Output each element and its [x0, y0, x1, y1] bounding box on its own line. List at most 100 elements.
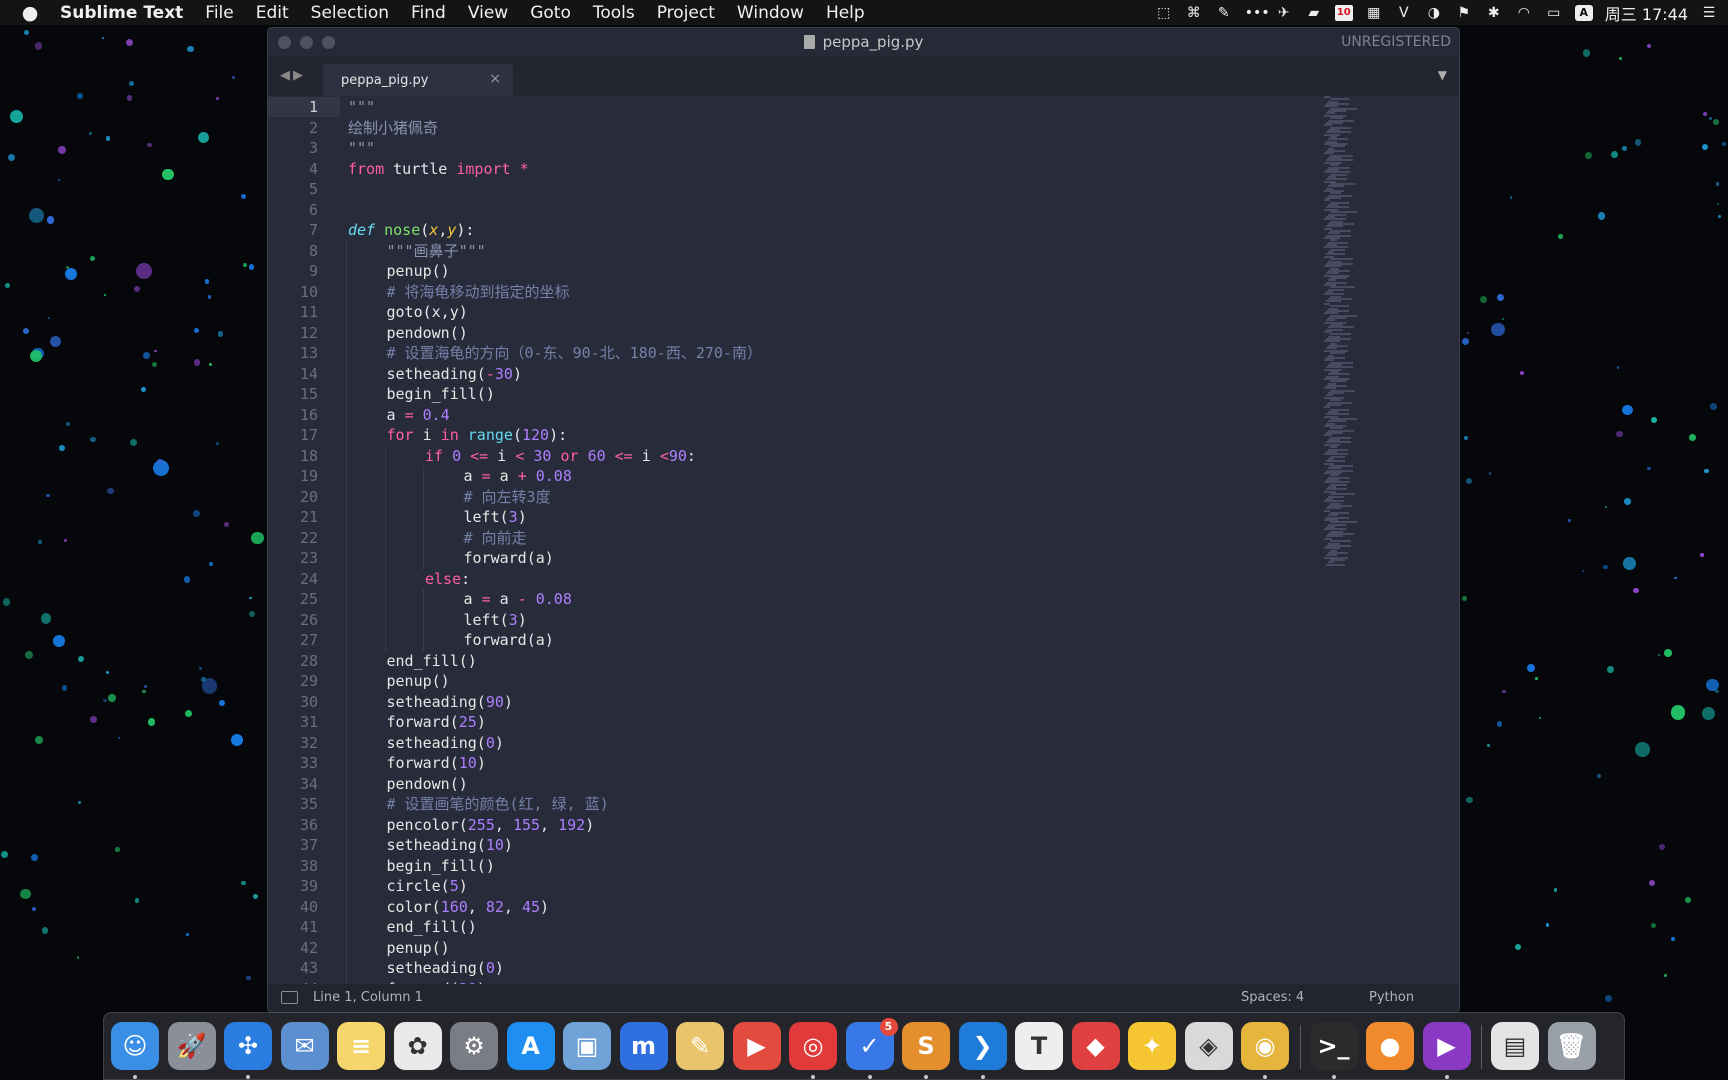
dock-safari-icon[interactable]: ✣	[224, 1022, 272, 1070]
wallpaper-dot	[193, 327, 200, 334]
notification-center-icon[interactable]: ☰	[1700, 5, 1718, 21]
line-number: 6	[308, 200, 318, 219]
wallpaper-dot	[1646, 44, 1651, 49]
dock-mail-preview-icon[interactable]: ✉	[280, 1022, 329, 1070]
dock-document-stack-icon[interactable]: ▤	[1491, 1022, 1539, 1070]
wallpaper-dot	[1527, 663, 1536, 672]
cursor-position[interactable]: Line 1, Column 1	[313, 990, 423, 1005]
code-token: nose	[384, 221, 421, 239]
dock-launchpad-icon[interactable]: 🚀	[167, 1022, 216, 1070]
calendar-icon[interactable]: 10	[1334, 4, 1353, 21]
code-token: ,	[540, 815, 559, 834]
menu-tools[interactable]: Tools	[593, 3, 635, 23]
clock[interactable]: 周三 17:44	[1605, 1, 1688, 25]
indent-guide	[423, 589, 424, 651]
code-editor[interactable]: 1 2 3 4 5 6 7 8 9 10 11 12 13 14 15 16 17 18 19 20 21 22 23 24 2…	[268, 96, 1459, 986]
code-token: 10	[485, 836, 504, 854]
input-method-icon[interactable]: A	[1574, 4, 1593, 21]
menu-file[interactable]: File	[205, 3, 233, 23]
menu-edit[interactable]: Edit	[256, 3, 289, 23]
wallpaper-dot	[108, 693, 116, 702]
dock-chrome-icon[interactable]: ◉	[1241, 1022, 1289, 1070]
dock-netease-music-icon[interactable]: ◎	[789, 1022, 837, 1070]
window-layout-icon[interactable]: ▦	[1365, 5, 1383, 21]
code-token: ,	[494, 815, 513, 834]
code-token: )	[503, 836, 513, 854]
dock-tes-butterfly-icon[interactable]: ✦	[1128, 1022, 1176, 1070]
tab-close-icon[interactable]: ×	[489, 71, 501, 87]
wallpaper-dot	[20, 889, 31, 900]
notification-icon[interactable]: ▰	[1305, 5, 1323, 21]
menu-project[interactable]: Project	[657, 3, 715, 23]
dock-pdf-reader-icon[interactable]: ✎	[676, 1022, 724, 1070]
code-line: """画鼻子"""	[387, 241, 486, 261]
dock-app-store-icon[interactable]: A	[506, 1022, 555, 1070]
screenshot-icon[interactable]: ⬚	[1155, 5, 1173, 21]
minimap[interactable]	[1324, 96, 1364, 566]
dock-bear-notes-icon[interactable]: ◆	[1071, 1022, 1120, 1070]
dock-typora-icon[interactable]: T	[1015, 1022, 1063, 1070]
apple-menu-icon[interactable]: ●	[0, 2, 60, 24]
dock-orange-app-icon[interactable]: ●	[1366, 1022, 1414, 1070]
menu-window[interactable]: Window	[737, 3, 804, 23]
wallpaper-dot	[61, 685, 67, 691]
dock-photos-icon[interactable]: ✿	[393, 1022, 442, 1070]
flag-icon[interactable]: ⚑	[1455, 5, 1473, 21]
dock-trash-icon[interactable]: 🗑	[1547, 1022, 1596, 1070]
wallpaper-dot	[89, 132, 93, 136]
line-number: 4	[308, 159, 318, 178]
dock-sublime-text-icon[interactable]: S	[902, 1022, 950, 1070]
dock-vscode-icon[interactable]: ❯	[958, 1022, 1007, 1070]
dock-system-preferences-icon[interactable]: ⚙	[450, 1022, 498, 1070]
wallpaper-dot	[183, 575, 191, 583]
wallpaper-dot	[118, 736, 121, 739]
command-icon[interactable]: ⌘	[1185, 5, 1203, 21]
more-icon[interactable]: •••	[1245, 5, 1270, 21]
code-token: if	[425, 446, 444, 465]
title-bar[interactable]: peppa_pig.py UNREGISTERED	[268, 28, 1459, 56]
menu-goto[interactable]: Goto	[530, 3, 571, 23]
code-token: :	[461, 569, 471, 588]
dock-notes-icon[interactable]: ≡	[337, 1022, 385, 1070]
code-token: <	[515, 446, 525, 465]
pencil-icon[interactable]: ✎	[1215, 5, 1233, 21]
menu-selection[interactable]: Selection	[311, 3, 389, 23]
toggle-icon[interactable]: ◑	[1425, 5, 1443, 21]
code-line: circle(5)	[387, 876, 468, 896]
tab-dropdown-icon[interactable]: ▼	[1438, 68, 1447, 82]
dock-separator	[1299, 1025, 1301, 1069]
code-line: setheading(0)	[387, 733, 504, 753]
panel-toggle-icon[interactable]	[281, 991, 298, 1004]
menu-view[interactable]: View	[468, 3, 508, 23]
menu-find[interactable]: Find	[411, 3, 446, 23]
dock-preview-icon[interactable]: ▣	[563, 1022, 611, 1070]
dock-pixelmator-icon[interactable]: ◈	[1184, 1022, 1233, 1070]
safari-glyph: ✣	[237, 1032, 259, 1060]
syntax-selector[interactable]: Python	[1369, 990, 1414, 1005]
menu-help[interactable]: Help	[826, 3, 865, 23]
app-menu[interactable]: Sublime Text	[60, 3, 183, 23]
mindnode-glyph: m	[630, 1032, 656, 1060]
wallpaper-dot	[77, 655, 85, 663]
dock-things-tasks-icon[interactable]: ✓ 5	[845, 1018, 898, 1070]
wallpaper-dot	[147, 718, 156, 726]
indentation-setting[interactable]: Spaces: 4	[1241, 990, 1304, 1005]
dock-terminal-icon[interactable]: >_	[1309, 1022, 1358, 1070]
wallpaper-dot	[76, 956, 80, 959]
battery-icon[interactable]: ▭	[1545, 5, 1563, 21]
dock-finder-icon[interactable]: ☺	[111, 1022, 159, 1070]
dock-pdf-expert-icon[interactable]: ▶	[732, 1022, 781, 1070]
code-token: <=	[614, 446, 633, 465]
dock-screen-recorder-icon[interactable]: ▶	[1422, 1022, 1471, 1070]
wallpaper-dot	[1467, 332, 1470, 335]
wallpaper-dot	[1602, 564, 1608, 570]
tab-navigation-arrows-icon[interactable]: ◀▶	[280, 68, 306, 83]
vim-icon[interactable]: V	[1395, 5, 1413, 21]
tab-peppa-pig[interactable]: peppa_pig.py ×	[323, 64, 513, 96]
dock-mindnode-icon[interactable]: m	[619, 1022, 668, 1070]
bluetooth-icon[interactable]: ✱	[1485, 5, 1503, 21]
wifi-icon[interactable]: ◠	[1515, 5, 1533, 21]
pin-icon[interactable]: ✈	[1275, 5, 1293, 21]
